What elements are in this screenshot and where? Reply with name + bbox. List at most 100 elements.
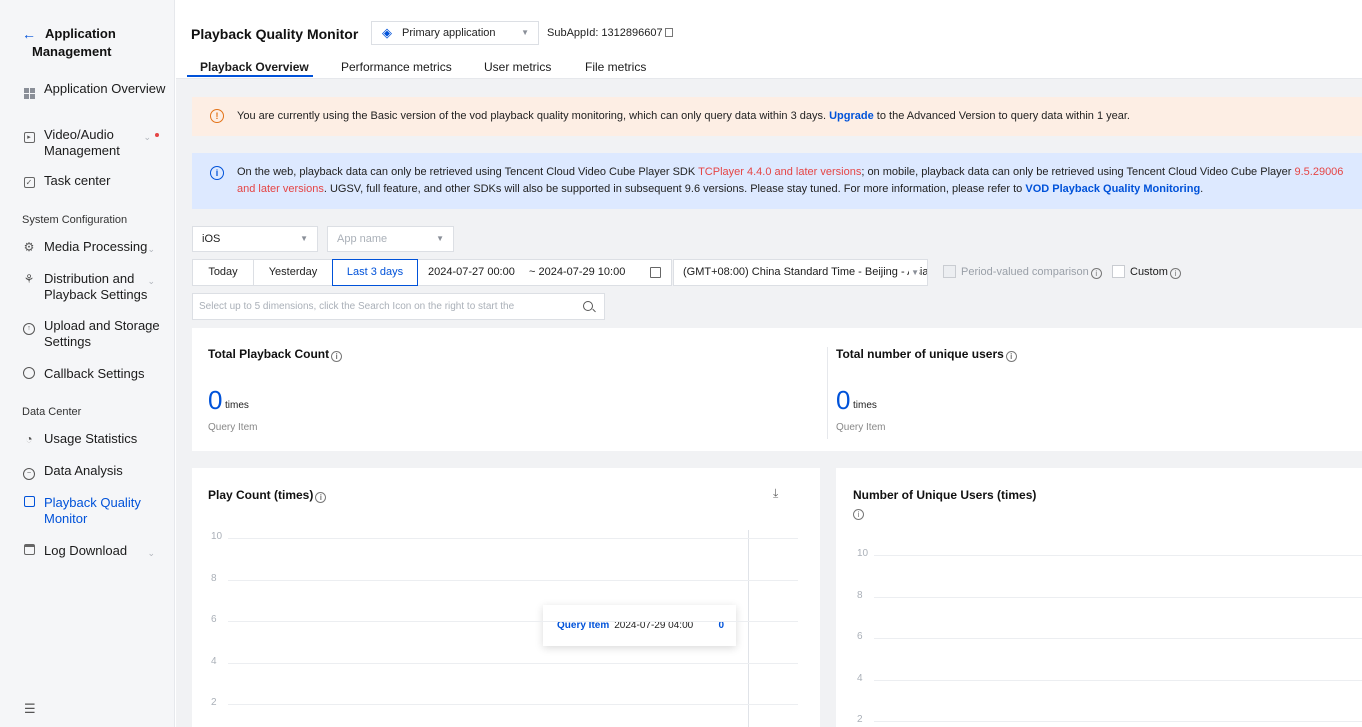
platform-select-value: iOS xyxy=(202,233,221,245)
total-playback-count-value: 0 xyxy=(208,385,223,415)
page-title: Playback Quality Monitor xyxy=(191,26,359,42)
info-icon: i xyxy=(1005,351,1017,362)
collapse-sidebar-icon[interactable]: ☰ xyxy=(24,701,36,717)
search-placeholder: Select up to 5 dimensions, click the Sea… xyxy=(199,301,515,312)
application-select[interactable]: ◈ Primary application ▼ xyxy=(371,21,539,45)
date-range-picker[interactable]: 2024-07-27 00:00 ~ 2024-07-29 10:00 xyxy=(417,259,672,286)
application-select-value: Primary application xyxy=(402,27,496,39)
users-subtitle: Query Item xyxy=(836,422,886,433)
distribution-icon: ⚘ xyxy=(23,272,35,286)
total-playback-count-title: Total Playback Count i xyxy=(208,347,343,362)
tab-file-metrics[interactable]: File metrics xyxy=(585,60,646,74)
range-last-3-days-button[interactable]: Last 3 days xyxy=(332,259,418,286)
info-icon: i xyxy=(315,492,327,503)
chart-tooltip: Query Item 2024-07-29 04:00 0 xyxy=(543,605,736,646)
sidebar-item-task-center[interactable]: ✓ Task center xyxy=(22,173,167,189)
platform-select[interactable]: iOS ▼ xyxy=(192,226,318,252)
monitor-icon xyxy=(22,496,36,510)
range-today-button[interactable]: Today xyxy=(192,259,254,286)
caret-down-icon: ▼ xyxy=(300,234,308,243)
summary-card xyxy=(192,328,1362,451)
sdk-info-alert: i On the web, playback data can only be … xyxy=(192,153,1362,209)
info-icon: i xyxy=(1090,268,1102,279)
upgrade-link[interactable]: Upgrade xyxy=(829,110,874,122)
gridline xyxy=(228,662,798,664)
calendar-icon xyxy=(650,267,661,278)
tab-performance-metrics[interactable]: Performance metrics xyxy=(341,60,452,74)
unique-users-title: Total number of unique users i xyxy=(836,347,1017,362)
chevron-down-icon: ⌄ xyxy=(147,276,155,286)
caret-down-icon: ▼ xyxy=(521,28,529,37)
back-to-application-management[interactable]: ← Application Management xyxy=(22,25,162,61)
app-name-select[interactable]: App name ▼ xyxy=(327,226,454,252)
vod-monitoring-link[interactable]: VOD Playback Quality Monitoring xyxy=(1025,183,1200,195)
tab-user-metrics[interactable]: User metrics xyxy=(484,60,551,74)
notification-dot xyxy=(155,133,159,137)
playback-subtitle: Query Item xyxy=(208,422,258,433)
download-icon[interactable]: ⤓ xyxy=(773,486,778,501)
y-tick-label: 4 xyxy=(211,655,217,667)
y-tick-label: 10 xyxy=(857,548,869,559)
upload-icon: ↑ xyxy=(22,319,36,335)
chevron-down-icon: ⌄ xyxy=(147,323,155,333)
sidebar-item-upload-storage[interactable]: ↑ Upload and Storage Settings ⌄ xyxy=(22,318,167,350)
callback-icon xyxy=(22,367,36,381)
sidebar-item-usage-statistics[interactable]: ◔ Usage Statistics xyxy=(22,431,167,447)
gridline xyxy=(874,638,1362,639)
y-tick-label: 2 xyxy=(211,697,217,708)
upgrade-alert: ! You are currently using the Basic vers… xyxy=(192,97,1362,136)
period-comparison-checkbox[interactable]: Period-valued comparison i xyxy=(943,265,1102,279)
media-icon: ▸ xyxy=(22,128,36,143)
y-tick-label: 8 xyxy=(211,572,217,584)
chevron-down-icon: ⌄ xyxy=(147,244,155,254)
sidebar-item-distribution-playback[interactable]: ⚘ Distribution and Playback Settings ⌄ xyxy=(22,271,167,303)
sidebar-item-log-download[interactable]: Log Download ⌄ xyxy=(22,543,167,559)
sidebar-item-playback-quality-monitor[interactable]: Playback Quality Monitor xyxy=(22,495,167,527)
tooltip-value: 0 xyxy=(718,620,724,631)
unique-users-chart-title: Number of Unique Users (times) xyxy=(853,488,1037,502)
arrow-left-icon[interactable]: ← xyxy=(22,25,36,43)
sidebar-item-application-overview[interactable]: Application Overview xyxy=(22,81,167,99)
subappid: SubAppId: 1312896607 xyxy=(547,27,673,39)
custom-checkbox[interactable]: Custom i xyxy=(1112,265,1181,279)
chart-cursor-line xyxy=(748,530,749,727)
task-icon: ✓ xyxy=(22,174,36,188)
dimension-search-input[interactable]: Select up to 5 dimensions, click the Sea… xyxy=(192,293,605,320)
range-yesterday-button[interactable]: Yesterday xyxy=(253,259,333,286)
section-system-configuration: System Configuration xyxy=(22,214,128,226)
app-name-placeholder: App name xyxy=(337,233,388,245)
date-to: ~ 2024-07-29 10:00 xyxy=(529,266,626,278)
gridline xyxy=(874,596,1362,598)
play-count-chart-title: Play Count (times) i xyxy=(208,488,327,503)
y-tick-label: 6 xyxy=(857,631,863,642)
subappid-text: SubAppId: 1312896607 xyxy=(547,27,663,39)
date-from: 2024-07-27 00:00 xyxy=(428,266,515,278)
timezone-select[interactable]: (GMT+08:00) China Standard Time - Beijin… xyxy=(673,259,928,286)
process-icon: ⚙ xyxy=(23,240,35,254)
gridline xyxy=(228,621,798,622)
gridline xyxy=(874,721,1362,722)
sidebar-item-callback-settings[interactable]: Callback Settings xyxy=(22,366,167,382)
unique-users-value: 0 xyxy=(836,385,851,415)
y-tick-label: 8 xyxy=(857,589,863,601)
grid-icon xyxy=(22,82,36,99)
unique-users-info: i xyxy=(853,505,864,520)
tab-playback-overview[interactable]: Playback Overview xyxy=(200,60,309,74)
info-icon: i xyxy=(1169,268,1181,279)
sidebar-item-media-processing[interactable]: ⚙ Media Processing ⌄ xyxy=(22,239,167,255)
layers-icon: ◈ xyxy=(382,25,392,40)
play-count-chart-card xyxy=(192,468,820,727)
copy-icon[interactable] xyxy=(664,28,673,37)
sidebar-item-data-analysis[interactable]: ~ Data Analysis xyxy=(22,463,167,480)
gridline xyxy=(874,679,1362,681)
analysis-icon: ~ xyxy=(22,464,36,480)
tcplayer-version-text: TCPlayer 4.4.0 and later versions xyxy=(698,166,862,178)
gridline xyxy=(874,555,1362,556)
info-icon: i xyxy=(210,166,224,180)
search-icon[interactable] xyxy=(583,301,593,311)
caret-down-icon: ▼ xyxy=(436,234,444,243)
sidebar-item-video-audio-management[interactable]: ▸ Video/Audio Management ⌄ xyxy=(22,127,167,159)
tab-bar: Playback Overview Performance metrics Us… xyxy=(176,53,1362,79)
caret-down-icon: ▼ xyxy=(909,260,919,285)
sidebar-title-line1: Application xyxy=(45,26,116,41)
